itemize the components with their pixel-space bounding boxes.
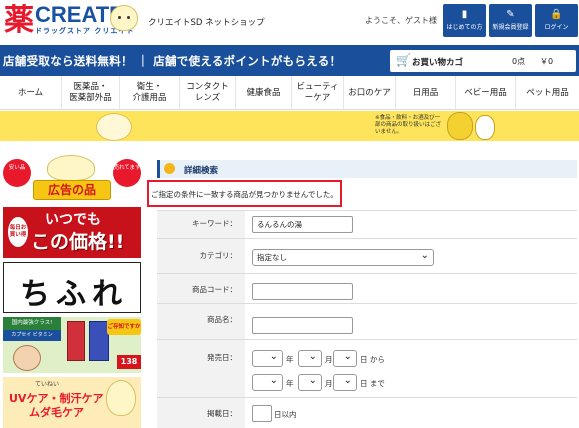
mascot-icon	[106, 380, 136, 416]
nav-item-daily[interactable]: 日用品	[396, 76, 456, 110]
first-time-button[interactable]: ▮ はじめての方	[443, 4, 486, 37]
ad-title: 国内最強クラス!	[3, 317, 61, 330]
login-label: ログイン	[544, 24, 569, 31]
to-year-select[interactable]	[252, 373, 283, 391]
book-icon: ▮	[461, 9, 468, 20]
nav-item-baby[interactable]: ベビー用品	[456, 76, 516, 110]
section-title: 詳細検索	[184, 166, 219, 176]
promo-banner: 店舗受取なら送料無料！ ｜ 店舗で使えるポイントがもらえる！ 🛒 お買い物カゴ …	[0, 45, 579, 76]
product-code-input[interactable]	[252, 283, 353, 300]
ad-badge: 毎日お買い得	[8, 217, 28, 247]
alert-text: ご指定の条件に一致する商品が見つかりませんでした。	[151, 190, 338, 199]
from-month-select[interactable]	[298, 349, 322, 367]
shipping-note: ※食品・飲料・お酒及び一部の商品の取り扱いはございません。	[375, 115, 442, 135]
character-illustration	[475, 115, 495, 140]
nav-item-oral[interactable]: お口のケア	[344, 76, 396, 110]
login-button[interactable]: 🔒 ログイン	[535, 4, 578, 37]
nav-item-beauty[interactable]: ビューティ ーケア	[292, 76, 344, 110]
days-label: 掲載日：	[207, 409, 237, 418]
ad-vitamin[interactable]: 国内最強クラス! カプセイ ビタミン ご存知ですか 138	[3, 317, 141, 373]
days-within-label: 日以内	[274, 410, 297, 419]
product-image	[89, 321, 109, 361]
ad-line2: この価格!!	[31, 231, 125, 253]
name-label: 商品名：	[207, 315, 237, 324]
ad-label: 広告の品	[33, 180, 111, 200]
category-select[interactable]: 指定なし	[252, 248, 434, 266]
nav-item-medicine[interactable]: 医薬品・ 医薬部外品	[62, 76, 120, 110]
character-illustration	[96, 113, 132, 141]
day-to-label: 日 まで	[360, 379, 385, 388]
ad-line1: ていねい	[35, 381, 60, 388]
info-strip: ※食品・飲料・お酒及び一部の商品の取り扱いはございません。	[0, 111, 579, 141]
mascot-icon	[47, 155, 95, 181]
lock-icon: 🔒	[550, 9, 563, 20]
row-category: カテゴリ： 指定なし	[157, 239, 577, 274]
category-label: カテゴリ：	[199, 251, 238, 260]
character-illustration	[447, 112, 473, 140]
person-illustration	[13, 345, 41, 371]
logo-kanji: 薬	[4, 3, 34, 38]
from-day-select[interactable]	[333, 349, 357, 367]
pencil-icon: ✎	[506, 9, 515, 20]
register-label: 新規会員登録	[492, 24, 529, 31]
ad-sale-items[interactable]: 安い品 売れてます 広告の品	[3, 155, 141, 203]
nav-item-pet[interactable]: ペット用品	[516, 76, 579, 110]
day-from-label: 日 から	[360, 355, 385, 364]
nav-item-health-food[interactable]: 健康食品	[236, 76, 292, 110]
register-button[interactable]: ✎ 新規会員登録	[489, 4, 532, 37]
nav-item-home[interactable]: ホーム	[0, 76, 62, 110]
month-label: 月	[325, 355, 333, 364]
mascot-icon	[110, 5, 138, 31]
product-name-input[interactable]	[252, 317, 353, 334]
no-results-alert: ご指定の条件に一致する商品が見つかりませんでした。	[147, 180, 342, 207]
days-input[interactable]	[252, 405, 272, 422]
ad-brand: ちふれ	[20, 277, 128, 312]
shop-title: クリエイトSD ネットショップ	[148, 18, 265, 28]
category-nav: ホーム 医薬品・ 医薬部外品 衛生・ 介護用品 コンタクト レンズ 健康食品 ビ…	[0, 76, 579, 110]
row-product-code: 商品コード：	[157, 274, 577, 304]
cart-amount: ￥0	[540, 57, 554, 66]
product-image	[67, 321, 85, 361]
ad-price: 138	[117, 355, 141, 369]
row-product-name: 商品名：	[157, 304, 577, 340]
welcome-text: ようこそ、ゲスト様	[365, 16, 437, 25]
ad-everyday-price[interactable]: 毎日お買い得 いつでも この価格!!	[3, 207, 141, 258]
ad-subtitle: カプセイ ビタミン	[3, 330, 61, 341]
to-month-select[interactable]	[298, 373, 322, 391]
cart-icon: 🛒	[396, 53, 411, 67]
cart-button[interactable]: 🛒 お買い物カゴ 0点 ￥0	[390, 50, 576, 72]
ad-badge-left: 安い品	[3, 159, 31, 187]
code-label: 商品コード：	[192, 285, 237, 294]
row-keyword: キーワード： るんるんの湯	[157, 211, 577, 239]
ad-chifure[interactable]: ちふれ	[3, 262, 141, 313]
cart-label: お買い物カゴ	[412, 58, 464, 68]
promo-text: 店舗受取なら送料無料！ ｜ 店舗で使えるポイントがもらえる！	[3, 54, 342, 68]
row-listed-days: 掲載日： 日以内	[157, 398, 577, 428]
date-label: 発売日：	[207, 353, 237, 362]
keyword-input[interactable]: るんるんの湯	[252, 216, 353, 233]
section-header: 詳細検索	[157, 160, 577, 178]
site-header: 薬 CREATE ドラッグストア クリエイト クリエイトSD ネットショップ よ…	[0, 0, 579, 44]
ad-badge-right: 売れてます	[113, 159, 141, 187]
year-label: 年	[286, 355, 294, 364]
ad-line1: いつでも	[45, 212, 101, 228]
to-day-select[interactable]	[333, 373, 357, 391]
search-form: キーワード： るんるんの湯 カテゴリ： 指定なし 商品コード： 商品名： 発売日…	[157, 210, 577, 428]
keyword-label: キーワード：	[192, 219, 237, 228]
ad-burst: ご存知ですか	[107, 319, 141, 335]
ad-line3: ムダ毛ケア	[29, 406, 84, 419]
from-year-select[interactable]	[252, 349, 283, 367]
first-time-label: はじめての方	[446, 24, 483, 31]
nav-item-hygiene[interactable]: 衛生・ 介護用品	[120, 76, 180, 110]
nav-item-contact[interactable]: コンタクト レンズ	[180, 76, 236, 110]
search-section-icon	[164, 163, 175, 174]
row-release-date: 発売日： 年 月 日 から 年 月 日 まで	[157, 340, 577, 398]
ad-uv-care[interactable]: ていねい UVケア・制汗ケア・ ムダ毛ケア	[3, 377, 141, 428]
year-label: 年	[286, 379, 294, 388]
month-label: 月	[325, 379, 333, 388]
cart-count: 0点	[512, 57, 526, 66]
